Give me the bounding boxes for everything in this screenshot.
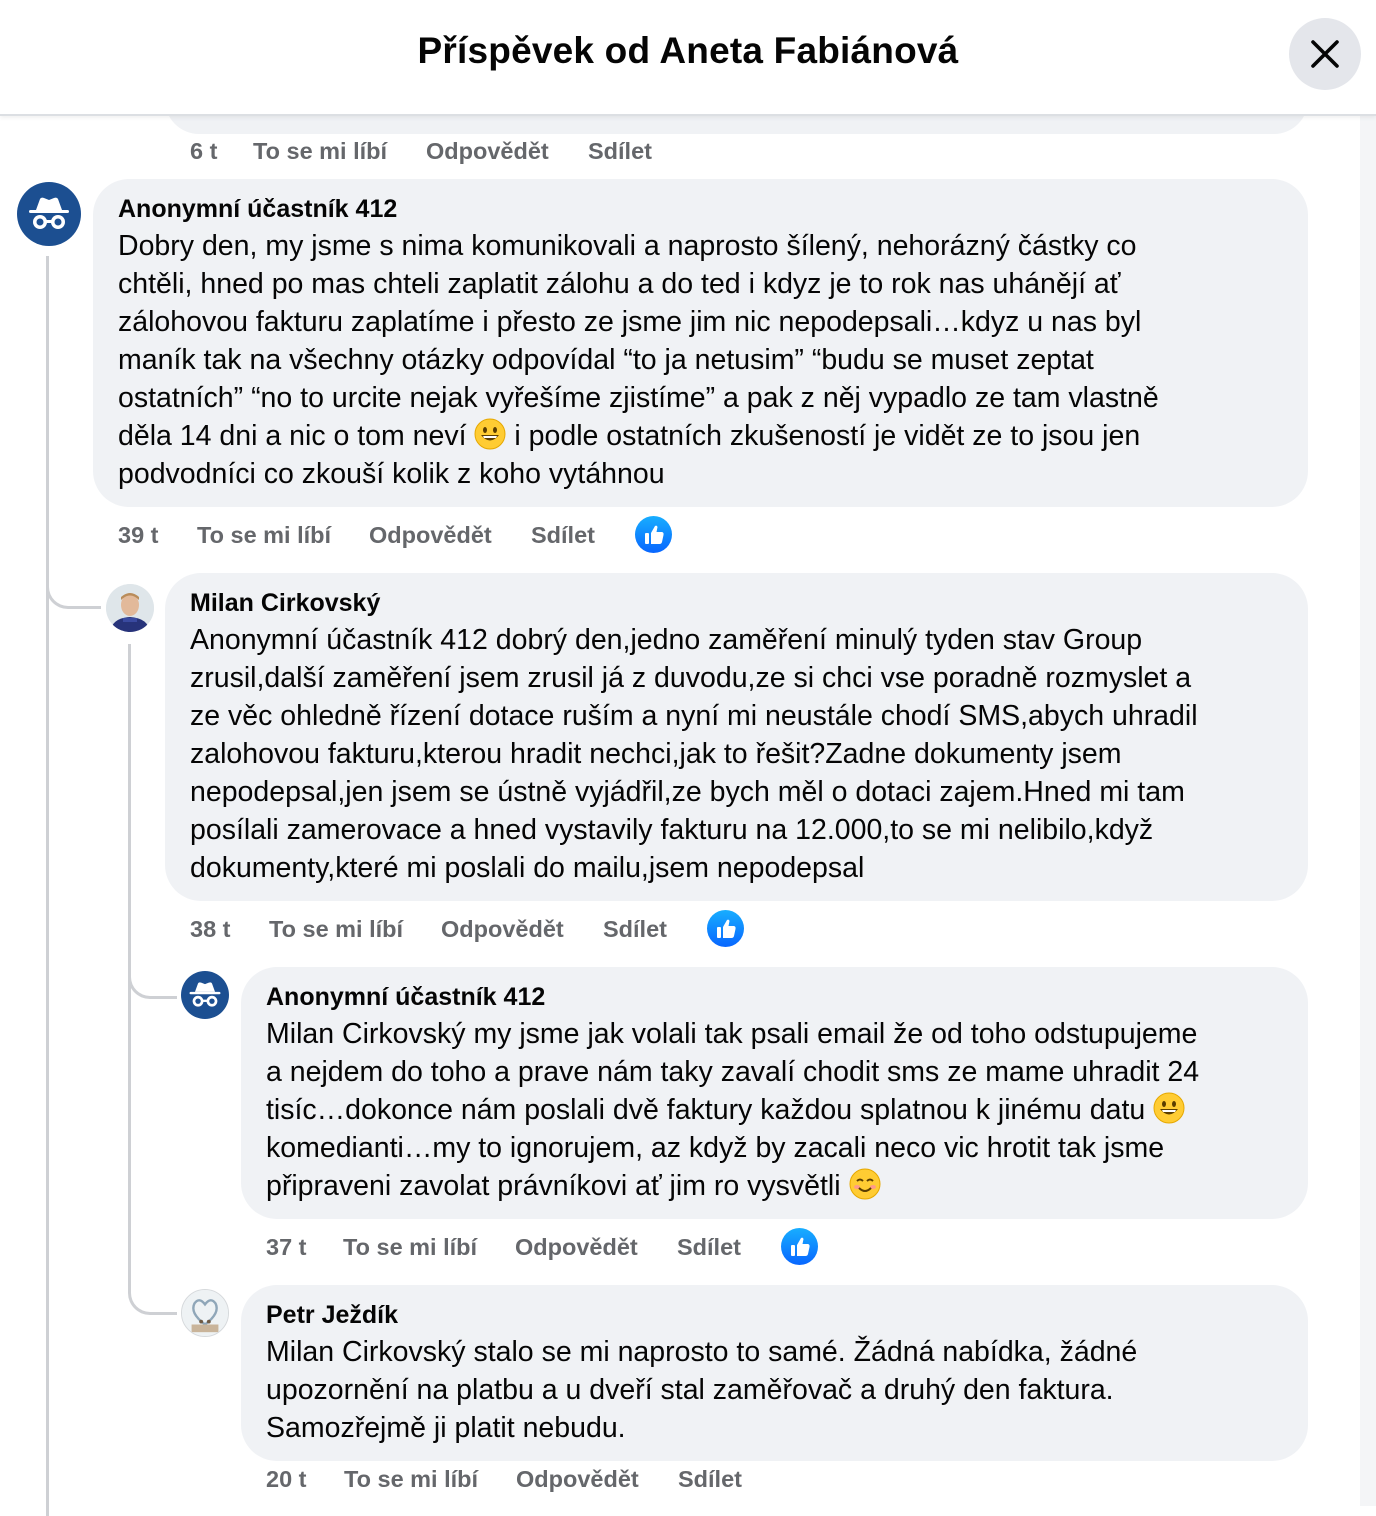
thread-line [46,256,49,1516]
comment-text: Dobry den, my jsme s nima komunikovali a… [118,230,1159,490]
smiling-face-emoji-icon [849,1168,880,1200]
avatar[interactable] [181,1289,229,1337]
incognito-icon [29,197,69,229]
scrollbar[interactable] [1360,116,1376,1506]
like-reaction-badge[interactable] [781,1228,818,1265]
comment-author[interactable]: Anonymní účastník 412 [118,195,397,224]
comment-time[interactable]: 6 t [190,138,217,165]
user-photo-icon [106,584,154,632]
reply-link[interactable]: Odpovědět [441,916,564,943]
like-reaction-badge[interactable] [635,516,672,553]
comment-author[interactable]: Anonymní účastník 412 [266,983,545,1012]
avatar[interactable] [106,584,154,632]
like-link[interactable]: To se mi líbí [344,1466,478,1493]
comment-time[interactable]: 39 t [118,522,159,549]
reply-link[interactable]: Odpovědět [516,1466,639,1493]
page-title: Příspěvek od Aneta Fabiánová [417,30,959,71]
grinning-face-emoji-icon [1153,1092,1185,1124]
thread-connector [46,570,101,609]
like-reaction-badge[interactable] [707,910,744,947]
avatar[interactable] [17,182,81,246]
comment-text: Milan Cirkovský my jsme jak volali tak p… [266,1018,1200,1202]
close-button[interactable] [1289,18,1361,90]
share-link[interactable]: Sdílet [588,138,652,165]
thumbs-up-icon [716,919,736,938]
comment-text: Anonymní účastník 412 dobrý den,jedno za… [190,624,1198,884]
grinning-face-emoji-icon [474,418,506,450]
close-icon [1311,40,1339,68]
reply-link[interactable]: Odpovědět [426,138,549,165]
comment-time[interactable]: 20 t [266,1466,307,1493]
thumbs-up-icon [644,525,664,544]
user-photo-icon [182,1290,228,1336]
comment-author[interactable]: Petr Ježdík [266,1301,398,1330]
share-link[interactable]: Sdílet [531,522,595,549]
thread-connector [128,990,177,1315]
share-link[interactable]: Sdílet [678,1466,742,1493]
comment-time[interactable]: 37 t [266,1234,307,1261]
comment-time[interactable]: 38 t [190,916,231,943]
modal-header: Příspěvek od Aneta Fabiánová [0,0,1376,116]
comment-text: Milan Cirkovský stalo se mi naprosto to … [266,1336,1138,1444]
reply-link[interactable]: Odpovědět [369,522,492,549]
thread-line [128,644,131,1004]
like-link[interactable]: To se mi líbí [253,138,387,165]
like-link[interactable]: To se mi líbí [197,522,331,549]
thumbs-up-icon [790,1237,810,1256]
incognito-icon [189,982,221,1007]
reply-link[interactable]: Odpovědět [515,1234,638,1261]
comment-author[interactable]: Milan Cirkovský [190,589,380,618]
like-link[interactable]: To se mi líbí [343,1234,477,1261]
share-link[interactable]: Sdílet [603,916,667,943]
like-link[interactable]: To se mi líbí [269,916,403,943]
share-link[interactable]: Sdílet [677,1234,741,1261]
avatar[interactable] [181,971,229,1019]
